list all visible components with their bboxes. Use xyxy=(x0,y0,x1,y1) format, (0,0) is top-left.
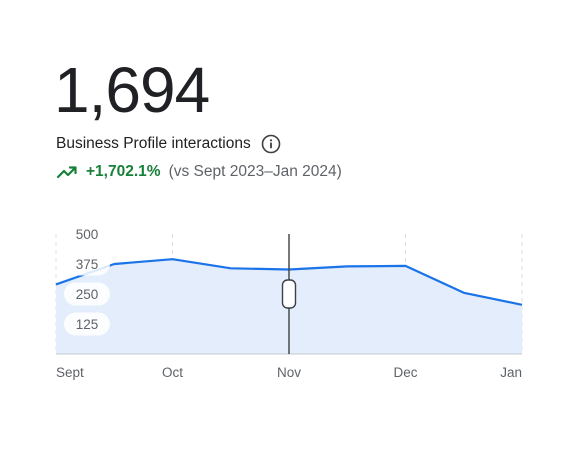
y-tick-label: 375 xyxy=(76,257,99,272)
y-tick-125: 125 xyxy=(64,312,110,336)
x-tick-nov: Nov xyxy=(277,365,301,380)
x-axis-ticks: Sept Oct Nov Dec Jan xyxy=(56,365,522,380)
y-tick-label: 125 xyxy=(76,317,99,332)
x-tick-dec: Dec xyxy=(393,365,417,380)
y-tick-label: 250 xyxy=(76,287,99,302)
x-tick-jan: Jan xyxy=(500,365,522,380)
x-tick-sept: Sept xyxy=(56,365,84,380)
x-tick-oct: Oct xyxy=(162,365,183,380)
y-tick-375: 375 xyxy=(64,252,110,276)
y-tick-500: 500 xyxy=(64,222,110,246)
y-tick-250: 250 xyxy=(64,282,110,306)
interactions-chart: 500 375 250 125 Sept Oct Nov Dec Jan xyxy=(55,222,523,380)
cursor-drag-handle[interactable] xyxy=(281,279,297,309)
y-tick-label: 500 xyxy=(76,227,99,242)
